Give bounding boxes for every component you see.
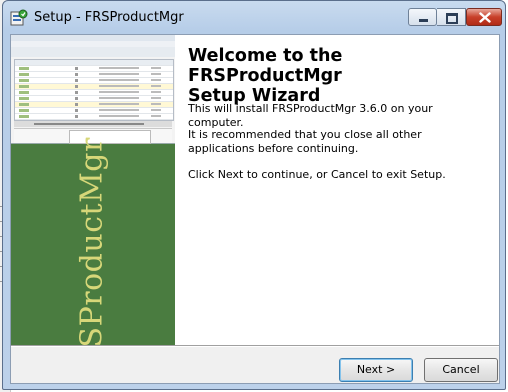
next-button[interactable]: Next > xyxy=(339,358,413,382)
title-bar[interactable]: Setup - FRSProductMgr xyxy=(3,1,505,35)
heading-line-1: Welcome to the FRSProductMgr xyxy=(188,46,343,86)
brand-vertical-text: FRSProductMgr xyxy=(74,137,110,345)
window-title: Setup - FRSProductMgr xyxy=(34,10,184,25)
button-area-divider xyxy=(11,345,499,347)
minimize-button[interactable] xyxy=(408,8,437,26)
cancel-button[interactable]: Cancel xyxy=(424,358,498,382)
install-info-text: This will install FRSProductMgr 3.6.0 on… xyxy=(188,102,433,129)
close-apps-recommendation: It is recommended that you close all oth… xyxy=(188,128,422,155)
close-icon xyxy=(479,12,491,23)
installer-icon xyxy=(10,9,28,26)
maximize-button[interactable] xyxy=(437,8,466,26)
wizard-side-image: FRSProductMgr xyxy=(11,35,175,345)
wizard-client-area: FRSProductMgr Welcome to the FRSProductM… xyxy=(10,34,500,384)
welcome-page: FRSProductMgr Welcome to the FRSProductM… xyxy=(11,35,499,345)
continue-instructions: Click Next to continue, or Cancel to exi… xyxy=(188,168,446,181)
close-button[interactable] xyxy=(466,8,502,26)
welcome-heading: Welcome to the FRSProductMgr Setup Wizar… xyxy=(188,46,488,106)
setup-window: Setup - FRSProductMgr FRSProductMgr Welc… xyxy=(2,0,506,390)
